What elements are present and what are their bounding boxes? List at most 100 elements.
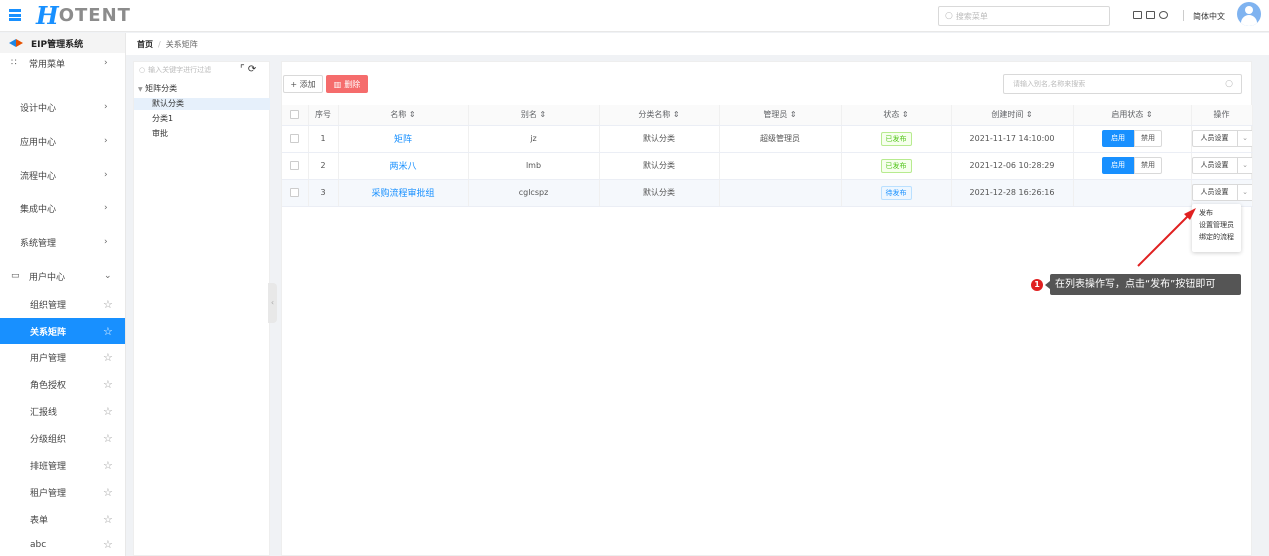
matrix-name-link[interactable]: 两米八 [389,162,416,172]
operation-group: 人员设置 ⌄ [1191,157,1251,174]
sidebar-item-8[interactable]: 关系矩阵 ☆ [0,318,125,344]
star-icon[interactable]: ☆ [103,325,113,338]
menu-toggle-icon[interactable] [9,9,21,21]
user-settings-button[interactable]: 人员设置 [1191,130,1238,147]
sidebar-item-10[interactable]: 角色授权 ☆ [0,371,125,398]
table-row: 3 采购流程审批组 cglcspz 默认分类 待发布 2021-12-28 16:26:1… [282,179,1253,207]
expand-icon[interactable]: ⌜ [240,64,245,75]
column-header-8[interactable]: 启用状态 ⇕ [1073,105,1192,126]
delete-button[interactable]: ▥ 删除 [326,75,368,93]
fullscreen-icon[interactable] [1146,11,1155,19]
disable-button[interactable]: 禁用 [1134,157,1162,174]
sidebar-item-label: 排班管理 [30,462,67,472]
language-switch[interactable]: 简体中文 [1193,11,1225,22]
refresh-icon[interactable] [1159,11,1168,19]
sidebar-item-15[interactable]: 表单 ☆ [0,506,125,533]
column-header-1: 序号 [308,105,339,126]
sidebar-item-3[interactable]: 流程中心 › [0,158,125,192]
row-admin [719,179,842,207]
tree-filter-input[interactable]: ○ 输入关键字进行过滤 [139,65,211,75]
star-icon[interactable]: ☆ [103,432,113,445]
row-checkbox[interactable] [290,188,300,197]
column-header-6[interactable]: 状态 ⇕ [841,105,952,126]
sidebar-item-12[interactable]: 分级组织 ☆ [0,425,125,452]
tree-node-category1[interactable]: 分类1 [134,113,270,125]
star-icon[interactable]: ☆ [103,513,113,526]
row-checkbox[interactable] [290,134,300,143]
sidebar-item-label: 集成中心 [20,204,57,215]
screen-icon[interactable] [1133,11,1142,19]
sidebar-item-1[interactable]: 设计中心 › [0,90,125,124]
tree-node-root[interactable]: ▼ 矩阵分类 [134,83,270,95]
add-button[interactable]: + 添加 [283,75,323,93]
sidebar-item-label: 应用中心 [20,137,57,148]
sidebar-item-16[interactable]: abc ☆ [0,533,125,556]
sidebar-item-label: 设计中心 [20,103,57,114]
menu-search-input[interactable]: ○ 搜索菜单 [938,6,1110,26]
sidebar-item-14[interactable]: 租户管理 ☆ [0,479,125,506]
star-icon[interactable]: ☆ [103,538,113,551]
star-icon[interactable]: ☆ [103,405,113,418]
sidebar-item-label: 用户中心 [29,272,66,283]
row-category: 默认分类 [599,125,720,153]
search-icon: ○ [945,11,953,21]
row-checkbox[interactable] [290,161,300,170]
column-header-0[interactable] [282,105,309,126]
row-created: 2021-12-28 16:26:16 [951,179,1074,207]
breadcrumb-home[interactable]: 首页 [137,39,153,50]
sidebar-item-0[interactable]: ∷ 常用菜单 › [0,51,125,75]
keyword-search-input[interactable]: 请输入别名,名称来搜索 ○ [1003,74,1242,94]
user-settings-button[interactable]: 人员设置 [1191,184,1238,201]
matrix-name-link[interactable]: 采购流程审批组 [371,189,434,199]
grid-icon: ∷ [11,58,17,68]
star-icon[interactable]: ☆ [103,486,113,499]
sidebar-item-7[interactable]: 组织管理 ☆ [0,290,125,318]
sidebar-item-5[interactable]: 系统管理 › [0,225,125,259]
star-icon[interactable]: ☆ [103,459,113,472]
sidebar-item-label: 用户管理 [30,354,67,364]
table-header-row: 序号 名称 ⇕ 别名 ⇕ 分类名称 ⇕ 管理员 ⇕ 状态 ⇕ 创建时间 ⇕ 启用状态 ⇕ 操作 [282,105,1253,126]
category-tree-panel: ○ 输入关键字进行过滤 ⌜ ⟳ ▼ 矩阵分类 默认分类 分类1 审批 [133,61,270,556]
sidebar-item-label: 分级组织 [30,435,67,445]
star-icon[interactable]: ☆ [103,298,113,311]
operation-group: 人员设置 ⌄ [1191,130,1251,147]
trash-icon: ▥ [333,79,342,89]
collapse-panel-handle[interactable]: ‹ [268,283,277,323]
search-icon: ○ [139,66,146,74]
chevron-down-icon[interactable]: ⌄ [1237,157,1251,174]
sidebar-item-11[interactable]: 汇报线 ☆ [0,398,125,425]
sidebar-item-4[interactable]: 集成中心 › [0,191,125,225]
sidebar-item-label: 汇报线 [30,408,58,418]
sidebar-item-6[interactable]: ▭ 用户中心 ⌄ [0,259,125,293]
column-header-5[interactable]: 管理员 ⇕ [719,105,842,126]
matrix-name-link[interactable]: 矩阵 [394,135,412,145]
chevron-left-icon: ‹ [270,298,275,307]
sidebar-item-13[interactable]: 排班管理 ☆ [0,452,125,479]
sidebar-item-9[interactable]: 用户管理 ☆ [0,344,125,371]
enable-button[interactable]: 启用 [1102,157,1134,174]
system-title[interactable]: EIP管理系统 [0,33,125,53]
enable-toggle: 启用 禁用 [1102,130,1162,147]
disable-button[interactable]: 禁用 [1134,130,1162,147]
chevron-right-icon: › [104,58,108,68]
enable-button[interactable]: 启用 [1102,130,1134,147]
tree-node-approval[interactable]: 审批 [134,128,270,140]
tree-node-default[interactable]: 默认分类 [134,98,270,110]
star-icon[interactable]: ☆ [103,378,113,391]
column-header-4[interactable]: 分类名称 ⇕ [599,105,720,126]
column-header-3[interactable]: 别名 ⇕ [468,105,600,126]
user-settings-button[interactable]: 人员设置 [1191,157,1238,174]
star-icon[interactable]: ☆ [103,351,113,364]
refresh-icon[interactable]: ⟳ [248,64,256,75]
column-header-9: 操作 [1191,105,1253,126]
select-all-checkbox[interactable] [290,110,300,120]
chevron-down-icon[interactable]: ⌄ [1237,130,1251,147]
row-category: 默认分类 [599,179,720,207]
column-header-2[interactable]: 名称 ⇕ [338,105,469,126]
column-header-7[interactable]: 创建时间 ⇕ [951,105,1074,126]
sidebar: EIP管理系统 ∷ 常用菜单 › 设计中心 › 应用中心 › 流程中心 › 集成中心 › 系统管理 › ▭… [0,33,126,556]
annotation-tooltip: 在列表操作写，点击“发布”按钮即可 [1045,274,1241,295]
sidebar-item-2[interactable]: 应用中心 › [0,124,125,158]
chevron-down-icon[interactable]: ⌄ [1237,184,1251,201]
avatar[interactable] [1237,2,1261,26]
